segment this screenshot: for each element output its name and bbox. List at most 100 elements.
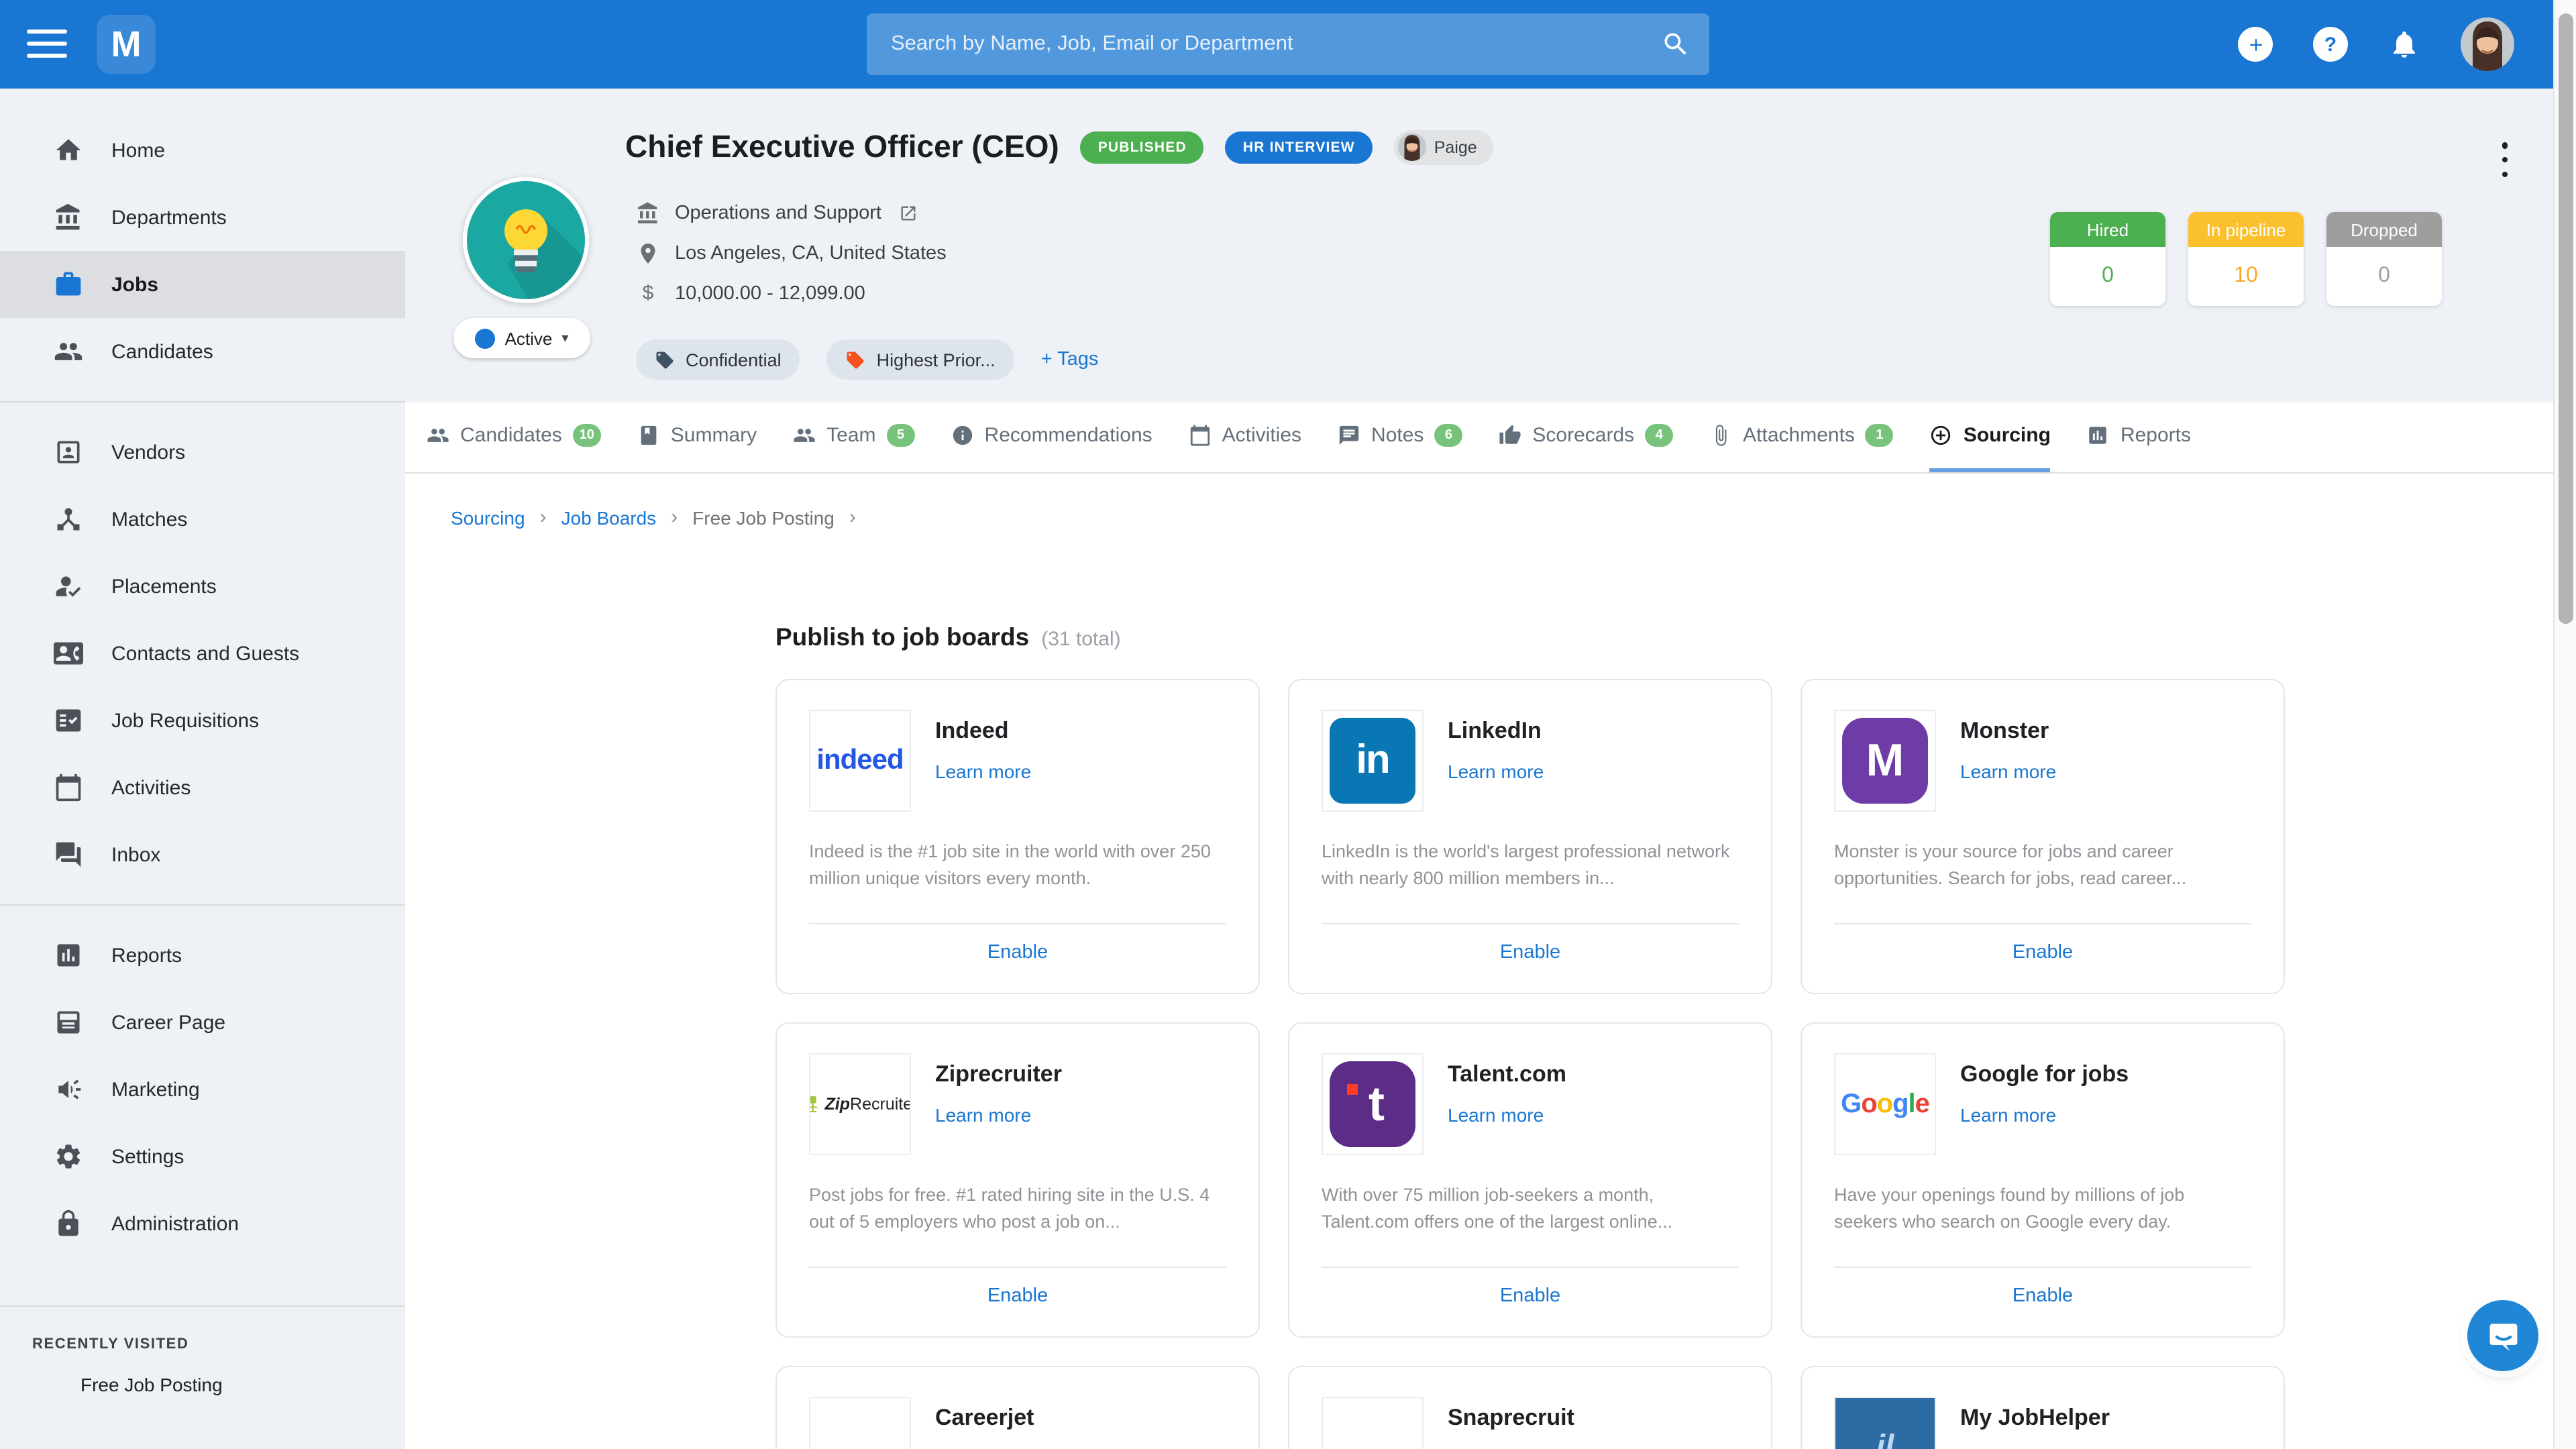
board-description: Monster is your source for jobs and care… [1834,839,2251,893]
board-name: Indeed [935,718,1009,745]
department-value[interactable]: Operations and Support [675,203,881,224]
card-divider [1322,1267,1739,1268]
enable-button[interactable]: Enable [1802,1285,2284,1307]
sidebar-item[interactable]: Placements [0,553,405,620]
search-input[interactable] [867,32,1661,56]
job-board-card: il My JobHelper Learn more Enable [1801,1366,2285,1449]
tag-chip[interactable]: Highest Prior... [827,339,1014,380]
more-options-kebab-icon[interactable] [2493,142,2517,177]
tab[interactable]: Reports [2087,402,2191,472]
tab-count-badge: 1 [1866,424,1894,447]
learn-more-link[interactable]: Learn more [1960,1104,2056,1126]
tab[interactable]: Notes 6 [1338,402,1462,472]
tab[interactable]: Candidates 10 [427,402,601,472]
sidebar-item[interactable]: Home [0,117,405,184]
quick-add-button[interactable] [2238,27,2273,62]
sidebar-item[interactable]: Marketing [0,1056,405,1123]
sidebar-item[interactable]: Inbox [0,821,405,888]
app-logo[interactable]: M [97,15,156,74]
card-divider [809,923,1226,924]
tab[interactable]: Sourcing [1930,402,2051,472]
app-root: M ? Home Departments [0,0,2576,1449]
tab[interactable]: Scorecards 4 [1499,402,1673,472]
sidebar-item[interactable]: Reports [0,922,405,989]
tab-icon [1189,424,1212,447]
menu-icon[interactable] [27,30,67,59]
enable-button[interactable]: Enable [777,942,1258,963]
notifications-bell-icon[interactable] [2388,28,2420,60]
breadcrumb-item[interactable]: Sourcing [451,506,525,528]
sidebar-item[interactable]: Departments [0,184,405,251]
tab[interactable]: Attachments 1 [1709,402,1894,472]
enable-button[interactable]: Enable [1802,942,2284,963]
sidebar-item[interactable]: Candidates [0,318,405,385]
tab-label: Summary [671,424,757,447]
sidebar-item[interactable]: Vendors [0,419,405,486]
pipeline-stats: Hired 0 In pipeline 10 Dropped 0 [2050,212,2442,306]
sidebar-item-icon [54,136,83,165]
recently-visited-item[interactable]: Free Job Posting [0,1360,405,1409]
section-total: (31 total) [1041,628,1120,651]
enable-button[interactable]: Enable [1289,942,1771,963]
tab[interactable]: Summary [637,402,757,472]
sidebar-divider [0,1305,405,1307]
tab[interactable]: Team 5 [793,402,914,472]
sidebar-divider [0,904,405,906]
card-divider [1834,923,2251,924]
salary-icon: $ [636,282,660,305]
chat-bubble-icon [2485,1318,2520,1353]
sidebar-item-icon [54,337,83,366]
sidebar-item-label: Inbox [111,843,160,866]
learn-more-link[interactable]: Learn more [1960,761,2056,782]
tab-count-badge: 5 [887,424,915,447]
job-tabs: Candidates 10 Summary Team 5 Re [405,402,2555,474]
sidebar-item[interactable]: Career Page [0,989,405,1056]
breadcrumb-item[interactable]: Job Boards [561,506,657,528]
search-icon[interactable] [1661,30,1690,59]
vertical-scrollbar[interactable] [2553,0,2576,1449]
job-board-card: Snaprecruit Learn more Enable [1288,1366,1772,1449]
learn-more-link[interactable]: Learn more [935,761,1031,782]
scrollbar-thumb[interactable] [2558,13,2573,624]
sidebar-item[interactable]: Job Requisitions [0,687,405,754]
tab[interactable]: Recommendations [951,402,1152,472]
user-avatar[interactable] [2461,17,2514,71]
external-link-icon[interactable] [899,204,918,223]
topbar: M ? [0,0,2576,89]
board-logo [1322,1397,1424,1449]
learn-more-link[interactable]: Learn more [1448,1104,1544,1126]
chat-widget-button[interactable] [2467,1300,2538,1371]
sidebar-item-label: Candidates [111,340,213,363]
board-logo [809,1397,911,1449]
tab[interactable]: Activities [1189,402,1301,472]
add-tags-button[interactable]: + Tags [1041,349,1099,370]
job-board-card: t Talent.com Learn more With over 75 mil… [1288,1022,1772,1338]
sidebar-item[interactable]: Matches [0,486,405,553]
sidebar-item[interactable]: Contacts and Guests [0,620,405,687]
salary-value: 10,000.00 - 12,099.00 [675,282,865,304]
tab-label: Notes [1371,424,1424,447]
stat-label: In pipeline [2188,212,2304,247]
owner-chip[interactable]: Paige [1394,129,1493,164]
help-button[interactable]: ? [2313,27,2348,62]
enable-button[interactable]: Enable [1289,1285,1771,1307]
sidebar-item[interactable]: Settings [0,1123,405,1190]
sidebar-item[interactable]: Administration [0,1190,405,1257]
job-board-card: Google Google for jobs Learn more Have y… [1801,1022,2285,1338]
tab-label: Team [826,424,875,447]
board-logo: t [1322,1053,1424,1155]
enable-button[interactable]: Enable [777,1285,1258,1307]
job-status-dropdown[interactable]: Active ▾ [453,318,590,358]
board-description: Post jobs for free. #1 rated hiring site… [809,1182,1226,1236]
tag-chip[interactable]: Confidential [636,339,800,380]
card-divider [809,1267,1226,1268]
tab-count-badge: 6 [1434,424,1462,447]
job-avatar[interactable] [463,177,589,303]
breadcrumb-item[interactable]: Free Job Posting [692,506,835,528]
learn-more-link[interactable]: Learn more [935,1104,1031,1126]
sidebar-item[interactable]: Activities [0,754,405,821]
sidebar-item-label: Marketing [111,1078,200,1101]
learn-more-link[interactable]: Learn more [1448,761,1544,782]
job-board-card: indeed Indeed Learn more Indeed is the #… [775,679,1260,994]
sidebar-item[interactable]: Jobs [0,251,405,318]
